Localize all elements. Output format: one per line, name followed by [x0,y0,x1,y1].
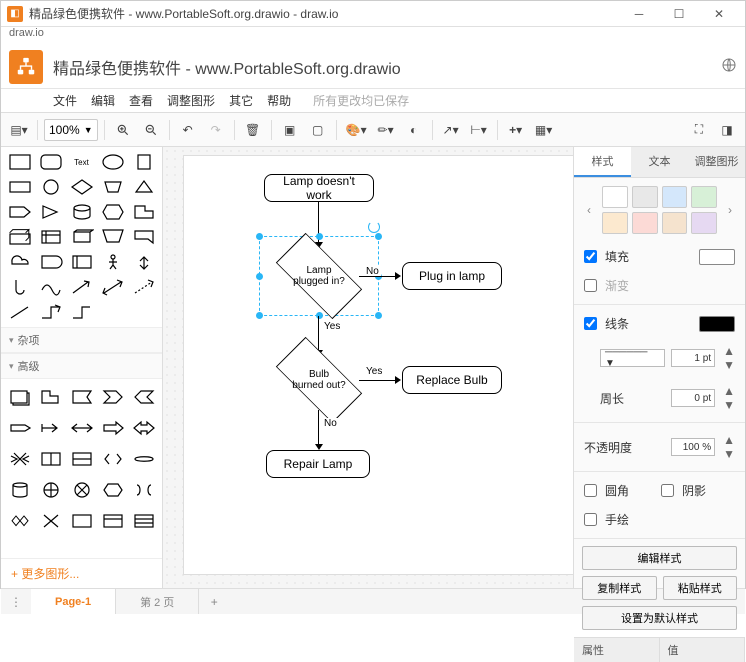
opacity-input[interactable]: 100 % [671,438,715,456]
more-shapes-button[interactable]: + 更多图形... [1,558,162,588]
flow-node-plugin[interactable]: Plug in lamp [402,262,502,290]
insert-icon[interactable]: +▾ [504,117,528,143]
shadow-checkbox[interactable] [661,484,674,497]
copy-style-button[interactable]: 复制样式 [582,576,657,600]
shadow-icon[interactable]: ◐ [402,117,426,143]
document-title[interactable]: 精品绿色便携软件 - www.PortableSoft.org.drawio [53,55,401,79]
fill-checkbox[interactable] [584,250,597,263]
page-menu-icon[interactable]: ⋮ [1,595,31,609]
menu-file[interactable]: 文件 [53,92,77,109]
toback-icon[interactable]: ▢ [306,117,330,143]
line-width-input[interactable]: 1 pt [671,349,715,367]
window-title: 精品绿色便携软件 - www.PortableSoft.org.drawio -… [29,5,619,22]
fillcolor-icon[interactable]: 🎨▾ [343,117,370,143]
stepper-down-icon[interactable]: ▼ [723,358,735,372]
edit-style-button[interactable]: 编辑样式 [582,546,737,570]
tab-text[interactable]: 文本 [631,147,688,177]
shape-sidebar: Text [1,147,163,588]
style-swatches[interactable] [602,186,717,234]
stepper-up-icon[interactable]: ▲ [723,344,735,358]
zoom-select[interactable]: 100%▼ [44,119,98,141]
menu-bar: 文件 编辑 查看 调整图形 其它 帮助 所有更改均已保存 [1,89,745,113]
undo-icon[interactable]: ↶ [176,117,200,143]
rotate-handle-icon[interactable] [368,221,380,233]
language-icon[interactable] [721,57,737,76]
delete-icon[interactable]: 🗑 [241,117,265,143]
zoom-out-icon[interactable] [139,117,163,143]
tab-arrange[interactable]: 调整图形 [688,147,745,177]
sketch-checkbox[interactable] [584,513,597,526]
flow-decision-bulb[interactable]: Bulb burned out? [279,350,359,410]
swatch-next-icon[interactable]: › [723,203,737,217]
connection-icon[interactable]: ↗▾ [439,117,463,143]
line-color[interactable] [699,316,735,332]
save-status: 所有更改均已保存 [313,92,409,109]
category-misc[interactable]: 杂项 [1,327,162,353]
drawio-logo [9,50,43,84]
set-default-style-button[interactable]: 设置为默认样式 [582,606,737,630]
flow-node-repair[interactable]: Repair Lamp [266,450,370,478]
minimize-button[interactable]: ─ [619,1,659,27]
category-advanced[interactable]: 高级 [1,353,162,379]
page-tab-2[interactable]: 第 2 页 [116,589,199,614]
sidebar-toggle-icon[interactable]: ▤▾ [7,117,31,143]
tab-style[interactable]: 样式 [574,147,631,177]
perimeter-input[interactable]: 0 pt [671,389,715,407]
menu-edit[interactable]: 编辑 [91,92,115,109]
redo-icon[interactable]: ↷ [204,117,228,143]
maximize-button[interactable]: ☐ [659,1,699,27]
menu-extras[interactable]: 其它 [229,92,253,109]
toolbar: ▤▾ 100%▼ ↶ ↷ 🗑 ▣ ▢ 🎨▾ ✏▾ ◐ ↗▾ ⊢▾ +▾ ▦▾ ⛶… [1,113,745,147]
flow-node-start[interactable]: Lamp doesn't work [264,174,374,202]
property-table: 属性值 [574,637,745,662]
drawing-page[interactable]: Lamp doesn't work Lamp plugged in? No Pl… [183,155,573,575]
swatch-prev-icon[interactable]: ‹ [582,203,596,217]
fill-color[interactable] [699,249,735,265]
address-bar: draw.io [1,27,745,45]
close-button[interactable]: ✕ [699,1,739,27]
format-toggle-icon[interactable]: ◨ [715,117,739,143]
page-tab-1[interactable]: Page-1 [31,589,116,614]
canvas[interactable]: Lamp doesn't work Lamp plugged in? No Pl… [163,147,573,588]
add-page-icon[interactable]: + [199,595,229,609]
menu-help[interactable]: 帮助 [267,92,291,109]
flow-node-replace[interactable]: Replace Bulb [402,366,502,394]
format-panel: 样式 文本 调整图形 ‹ › 填充 渐变 线条 ────── ▼ 1 pt ▲▼… [573,147,745,588]
tofront-icon[interactable]: ▣ [278,117,302,143]
line-checkbox[interactable] [584,317,597,330]
paste-style-button[interactable]: 粘贴样式 [663,576,738,600]
gradient-checkbox[interactable] [584,279,597,292]
line-style-select[interactable]: ────── ▼ [600,349,665,367]
flow-decision-plugged[interactable]: Lamp plugged in? [279,246,359,306]
shape-palette-basic[interactable]: Text [1,147,162,327]
menu-view[interactable]: 查看 [129,92,153,109]
rounded-checkbox[interactable] [584,484,597,497]
edge-label[interactable]: No [322,418,339,429]
zoom-in-icon[interactable] [111,117,135,143]
menu-arrange[interactable]: 调整图形 [167,92,215,109]
fullscreen-icon[interactable]: ⛶ [687,117,711,143]
waypoint-icon[interactable]: ⊢▾ [467,117,491,143]
table-icon[interactable]: ▦▾ [532,117,556,143]
app-icon: ◧ [7,6,23,22]
linecolor-icon[interactable]: ✏▾ [374,117,398,143]
edge-label[interactable]: Yes [364,366,384,377]
edge-label[interactable]: Yes [322,321,342,332]
shape-palette-advanced[interactable] [1,379,162,539]
